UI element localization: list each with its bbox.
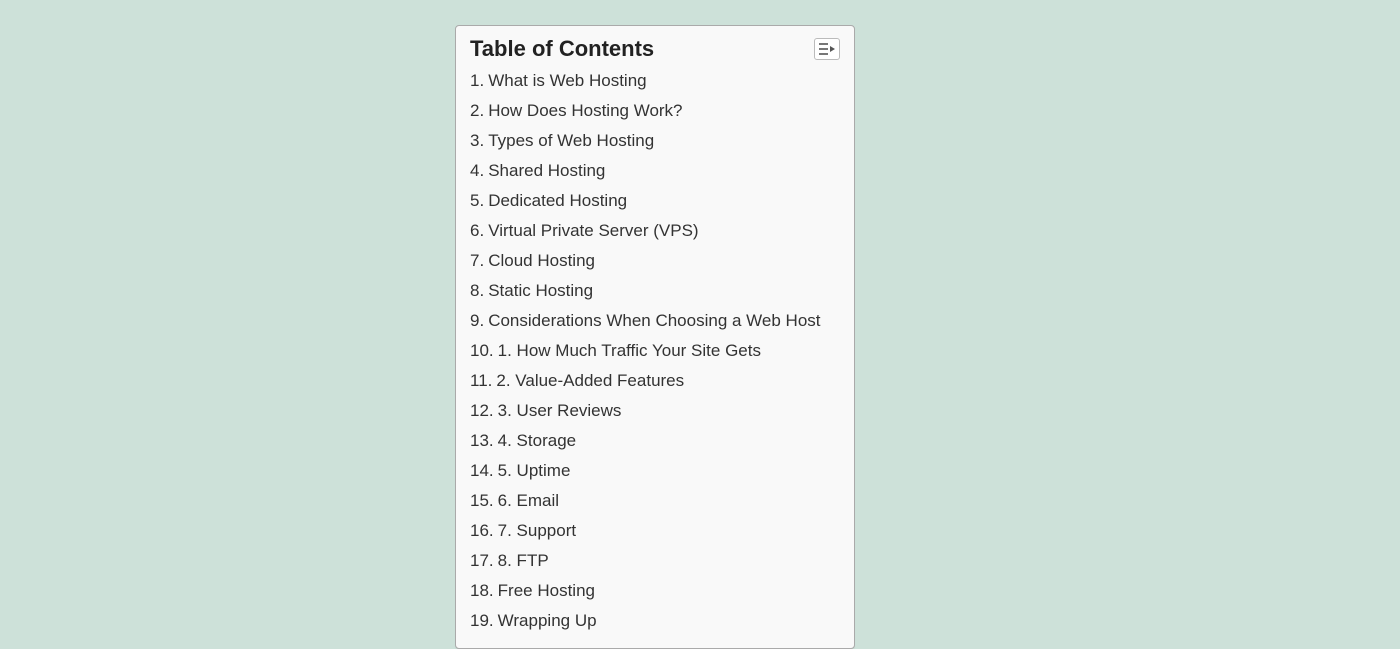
toc-item-label: 5. Uptime xyxy=(498,461,571,480)
toc-item[interactable]: Static Hosting xyxy=(470,276,840,306)
toc-item[interactable]: 6. Email xyxy=(470,486,840,516)
toc-item-label: Shared Hosting xyxy=(488,161,605,180)
toc-item-label: Wrapping Up xyxy=(498,611,597,630)
toc-item[interactable]: How Does Hosting Work? xyxy=(470,96,840,126)
toc-item[interactable]: Considerations When Choosing a Web Host xyxy=(470,306,840,336)
toc-item[interactable]: Wrapping Up xyxy=(470,606,840,636)
toc-item-label: Virtual Private Server (VPS) xyxy=(488,221,698,240)
toc-item-label: 3. User Reviews xyxy=(498,401,622,420)
toc-item[interactable]: Free Hosting xyxy=(470,576,840,606)
toc-item-label: Cloud Hosting xyxy=(488,251,595,270)
toc-item-label: Considerations When Choosing a Web Host xyxy=(488,311,820,330)
toc-item[interactable]: 1. How Much Traffic Your Site Gets xyxy=(470,336,840,366)
toc-item[interactable]: 8. FTP xyxy=(470,546,840,576)
toc-item[interactable]: 2. Value-Added Features xyxy=(470,366,840,396)
toc-item-label: 1. How Much Traffic Your Site Gets xyxy=(498,341,761,360)
toc-item[interactable]: What is Web Hosting xyxy=(470,66,840,96)
toc-item-label: 2. Value-Added Features xyxy=(496,371,684,390)
toc-item-label: What is Web Hosting xyxy=(488,71,646,90)
toc-item[interactable]: Virtual Private Server (VPS) xyxy=(470,216,840,246)
toc-item[interactable]: 3. User Reviews xyxy=(470,396,840,426)
toc-item-label: 7. Support xyxy=(498,521,576,540)
toc-item-label: 6. Email xyxy=(498,491,559,510)
toc-item-label: 8. FTP xyxy=(498,551,549,570)
toc-item[interactable]: 4. Storage xyxy=(470,426,840,456)
toc-item-label: 4. Storage xyxy=(498,431,576,450)
toc-item-label: Static Hosting xyxy=(488,281,593,300)
toc-item[interactable]: Shared Hosting xyxy=(470,156,840,186)
toc-header: Table of Contents xyxy=(470,36,840,62)
toc-list: What is Web Hosting How Does Hosting Wor… xyxy=(470,66,840,636)
toc-item[interactable]: Types of Web Hosting xyxy=(470,126,840,156)
toc-item-label: Free Hosting xyxy=(498,581,595,600)
toc-item-label: Types of Web Hosting xyxy=(488,131,654,150)
toc-item[interactable]: 7. Support xyxy=(470,516,840,546)
toc-title: Table of Contents xyxy=(470,36,654,62)
toc-item-label: How Does Hosting Work? xyxy=(488,101,682,120)
toc-item[interactable]: 5. Uptime xyxy=(470,456,840,486)
toc-item[interactable]: Dedicated Hosting xyxy=(470,186,840,216)
toc-item[interactable]: Cloud Hosting xyxy=(470,246,840,276)
toc-item-label: Dedicated Hosting xyxy=(488,191,627,210)
toc-toggle-button[interactable] xyxy=(814,38,840,60)
toc-collapse-icon xyxy=(818,42,836,56)
table-of-contents-card: Table of Contents What is Web Hosting Ho… xyxy=(455,25,855,649)
